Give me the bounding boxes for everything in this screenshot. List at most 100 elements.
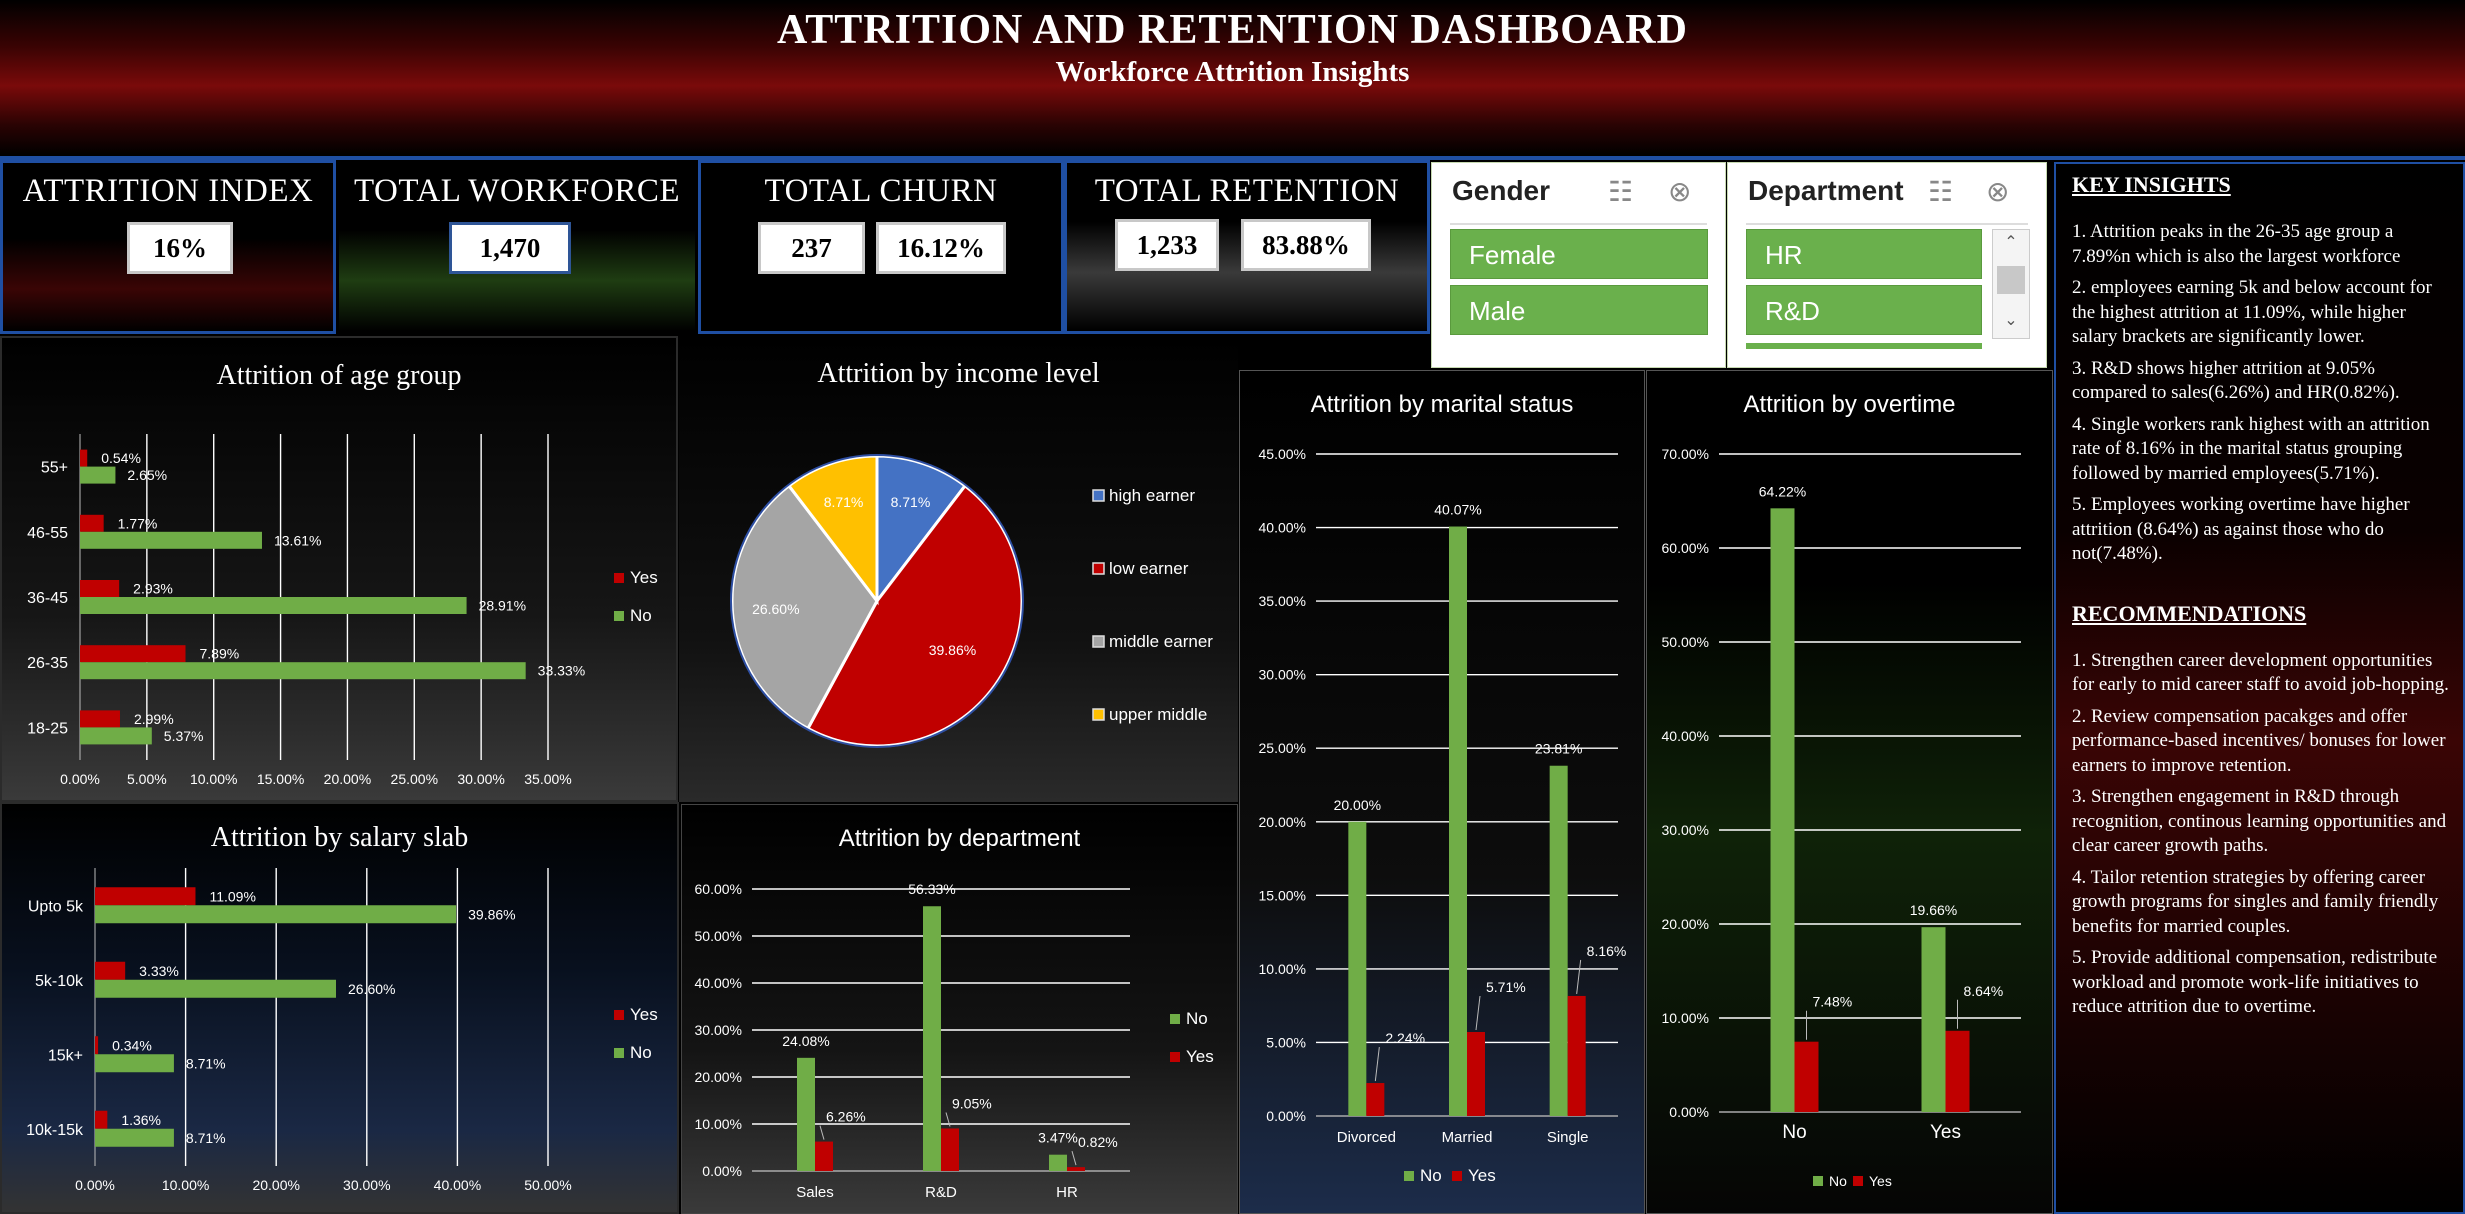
slicer-item-female[interactable]: Female (1450, 229, 1708, 279)
scroll-up-icon[interactable]: ⌃ (1993, 232, 2029, 252)
bar-yes (1467, 1031, 1485, 1116)
slicer-item-rnd[interactable]: R&D (1746, 285, 1982, 335)
bar-yes (95, 961, 126, 980)
kpi-label: TOTAL WORKFORCE (353, 173, 680, 209)
legend-marker (1853, 1176, 1863, 1186)
data-label: 8.64% (1964, 983, 2004, 999)
tick-label: 40.00% (1259, 520, 1306, 536)
scroll-thumb[interactable] (1997, 266, 2025, 294)
slicer-item-male[interactable]: Male (1450, 285, 1708, 335)
category-label: HR (1056, 1184, 1078, 1201)
slicer-title: Department (1748, 175, 1904, 206)
tick-label: 25.00% (1259, 740, 1306, 756)
slicer-divider (1746, 223, 2028, 225)
legend-label: Yes (630, 1005, 658, 1024)
data-label: 5.37% (164, 728, 204, 744)
legend-marker (1170, 1014, 1180, 1024)
data-label: 23.81% (1535, 741, 1582, 757)
data-label: 1.77% (118, 515, 158, 531)
legend-label: Yes (630, 568, 658, 587)
category-label: 5k-10k (35, 973, 84, 990)
bar-no (80, 662, 526, 680)
tick-label: 15.00% (1259, 887, 1306, 903)
legend-marker (1092, 562, 1105, 575)
legend-label: No (630, 1043, 652, 1062)
tick-label: 60.00% (1662, 540, 1709, 556)
category-label: 15k+ (48, 1047, 83, 1064)
bar-yes (80, 580, 120, 597)
clear-filter-icon[interactable]: ⊗ (1668, 175, 1691, 208)
category-label: Upto 5k (28, 898, 84, 915)
legend-label: No (630, 606, 652, 625)
data-label: 40.07% (1434, 502, 1481, 518)
slicer-title: Gender (1452, 175, 1551, 206)
data-label: 2.65% (127, 467, 167, 483)
category-label: No (1782, 1122, 1806, 1143)
recommendation-item: 4. Tailor retention strategies by offeri… (2072, 866, 2439, 937)
tick-label: 25.00% (391, 771, 438, 787)
bar-yes (1567, 995, 1586, 1116)
tick-label: 0.00% (1669, 1104, 1709, 1120)
data-label: 8.71% (186, 1130, 226, 1146)
bar-yes (941, 1128, 959, 1171)
bar-no (1770, 508, 1795, 1112)
data-label: 2.93% (133, 581, 173, 597)
tick-label: 20.00% (324, 771, 371, 787)
category-label: Yes (1930, 1122, 1961, 1143)
recommendations-heading: RECOMMENDATIONS (2072, 600, 2307, 626)
recommendations-list: 1. Strengthen career development opportu… (2072, 649, 2449, 1020)
kpi-value-percent: 83.88% (1241, 219, 1371, 271)
bar-yes (80, 710, 120, 728)
department-chart: 0.00% 10.00% 20.00% 30.00% 40.00% 50.00% 60.00… (695, 881, 1214, 1201)
tick-label: 30.00% (695, 1022, 742, 1038)
data-label: 33.33% (538, 663, 585, 679)
legend-label: Yes (1186, 1047, 1214, 1066)
tick-label: 40.00% (695, 975, 742, 991)
data-label: 1.36% (121, 1112, 161, 1128)
legend-label: upper middle (1109, 705, 1207, 724)
department-slicer: Department ☷ ⊗ HR R&D ⌃ ⌄ (1727, 162, 2047, 368)
data-label: 0.54% (101, 450, 141, 466)
data-label: 9.05% (952, 1095, 992, 1111)
bar-no (95, 905, 457, 924)
leader-line (1475, 995, 1481, 1031)
data-label: 20.00% (1334, 797, 1381, 813)
bar-yes (80, 514, 104, 532)
bar-yes (95, 1036, 99, 1055)
scroll-down-icon[interactable]: ⌄ (1993, 310, 2029, 330)
bar-yes (80, 449, 88, 467)
legend-marker (1092, 489, 1105, 502)
multi-select-icon[interactable]: ☷ (1608, 175, 1633, 208)
bar-no (80, 466, 116, 484)
legend-marker (614, 573, 624, 583)
key-insights-heading: KEY INSIGHTS (2072, 172, 2231, 197)
tick-label: 10.00% (695, 1116, 742, 1132)
tick-label: 45.00% (1259, 446, 1306, 462)
multi-select-icon[interactable]: ☷ (1928, 175, 1953, 208)
insight-item: 3. R&D shows higher attrition at 9.05% c… (2072, 357, 2400, 404)
data-label: 8.71% (824, 494, 864, 510)
tick-label: 0.00% (702, 1163, 742, 1179)
bar-no (1348, 821, 1367, 1116)
gender-slicer: Gender ☷ ⊗ Female Male (1431, 162, 1726, 368)
data-label: 2.24% (1385, 1030, 1425, 1046)
kpi-total-churn: TOTAL CHURN 237 16.12% (698, 160, 1064, 334)
tick-label: 20.00% (695, 1069, 742, 1085)
legend-label: No (1186, 1009, 1208, 1028)
slicer-scrollbar[interactable]: ⌃ ⌄ (1992, 229, 2030, 339)
tick-label: 30.00% (457, 771, 504, 787)
data-label: 24.08% (782, 1033, 829, 1049)
marital-chart-panel: Attrition by marital status 0.00% 5.00% 10… (1239, 370, 1645, 1214)
slicer-item-partial (1746, 343, 1982, 349)
tick-label: 5.00% (1266, 1034, 1306, 1050)
category-label: Sales (796, 1184, 834, 1201)
tick-label: 20.00% (1259, 814, 1306, 830)
key-insights-list: 1. Attrition peaks in the 26-35 age grou… (2072, 220, 2449, 567)
data-label: 39.86% (468, 906, 515, 922)
clear-filter-icon[interactable]: ⊗ (1986, 175, 2009, 208)
data-label: 56.33% (908, 881, 955, 897)
slicer-item-hr[interactable]: HR (1746, 229, 1982, 279)
legend-marker (1092, 708, 1105, 721)
legend-marker (1452, 1171, 1462, 1181)
data-label: 8.71% (891, 494, 931, 510)
